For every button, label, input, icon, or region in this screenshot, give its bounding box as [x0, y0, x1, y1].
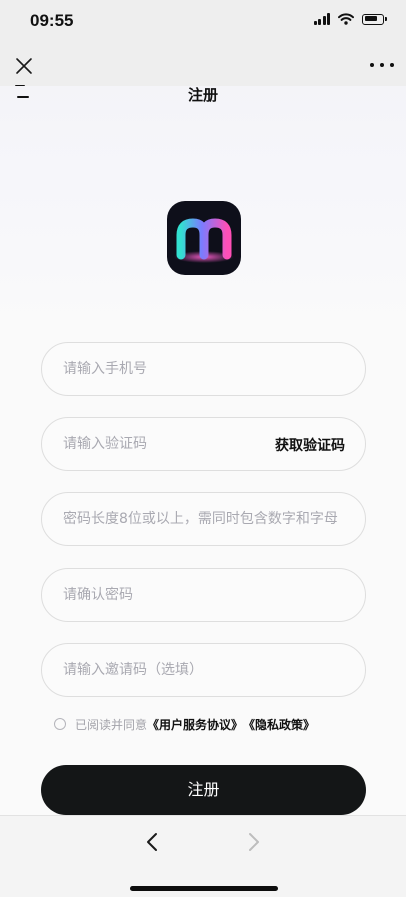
- status-icons: [313, 13, 387, 25]
- invite-code-input[interactable]: [63, 644, 343, 696]
- more-button[interactable]: [370, 61, 394, 69]
- chevron-right-icon: [249, 833, 259, 851]
- app-logo-mark: [174, 218, 234, 263]
- nav-back-button[interactable]: [144, 832, 160, 852]
- wifi-icon: [338, 13, 354, 25]
- status-time: 09:55: [30, 11, 74, 30]
- password-field: [41, 492, 366, 546]
- nav-forward-button[interactable]: [246, 832, 262, 852]
- status-bar: 09:55: [0, 0, 406, 44]
- battery-icon: [362, 13, 387, 25]
- confirm-password-field: [41, 568, 366, 622]
- terms-link[interactable]: 《用户服务协议》: [147, 716, 243, 733]
- phone-input[interactable]: [63, 343, 343, 395]
- page-title: 注册: [187, 86, 218, 104]
- confirm-password-input[interactable]: [63, 569, 343, 621]
- invite-code-field: [41, 643, 366, 697]
- verification-code-input[interactable]: [63, 418, 263, 470]
- bottom-nav-bar: [0, 815, 406, 897]
- verification-code-field: 获取验证码: [41, 417, 366, 471]
- more-dots-icon: [370, 63, 374, 67]
- app-logo: [167, 201, 241, 275]
- privacy-link[interactable]: 《隐私政策》: [243, 716, 315, 733]
- close-button[interactable]: [13, 55, 35, 77]
- close-icon: [16, 58, 32, 74]
- chevron-left-icon: [147, 833, 157, 851]
- password-input[interactable]: [63, 493, 343, 545]
- agreement-checkbox[interactable]: [54, 718, 66, 730]
- get-code-button[interactable]: 获取验证码: [275, 435, 345, 455]
- phone-field: [41, 342, 366, 396]
- agreement-prefix: 已阅读并同意: [75, 717, 148, 732]
- register-screen: 09:55 注册 请输入手机号 请输入验证码 获取验证码 请输入邀请码（选填） …: [0, 0, 406, 897]
- webview-nav: [0, 44, 406, 86]
- cellular-signal-icon: [313, 13, 330, 25]
- register-button[interactable]: 注册: [41, 765, 366, 815]
- home-indicator: [130, 886, 278, 891]
- agreement-row: 已阅读并同意 《用户服务协议》 《隐私政策》: [54, 716, 315, 732]
